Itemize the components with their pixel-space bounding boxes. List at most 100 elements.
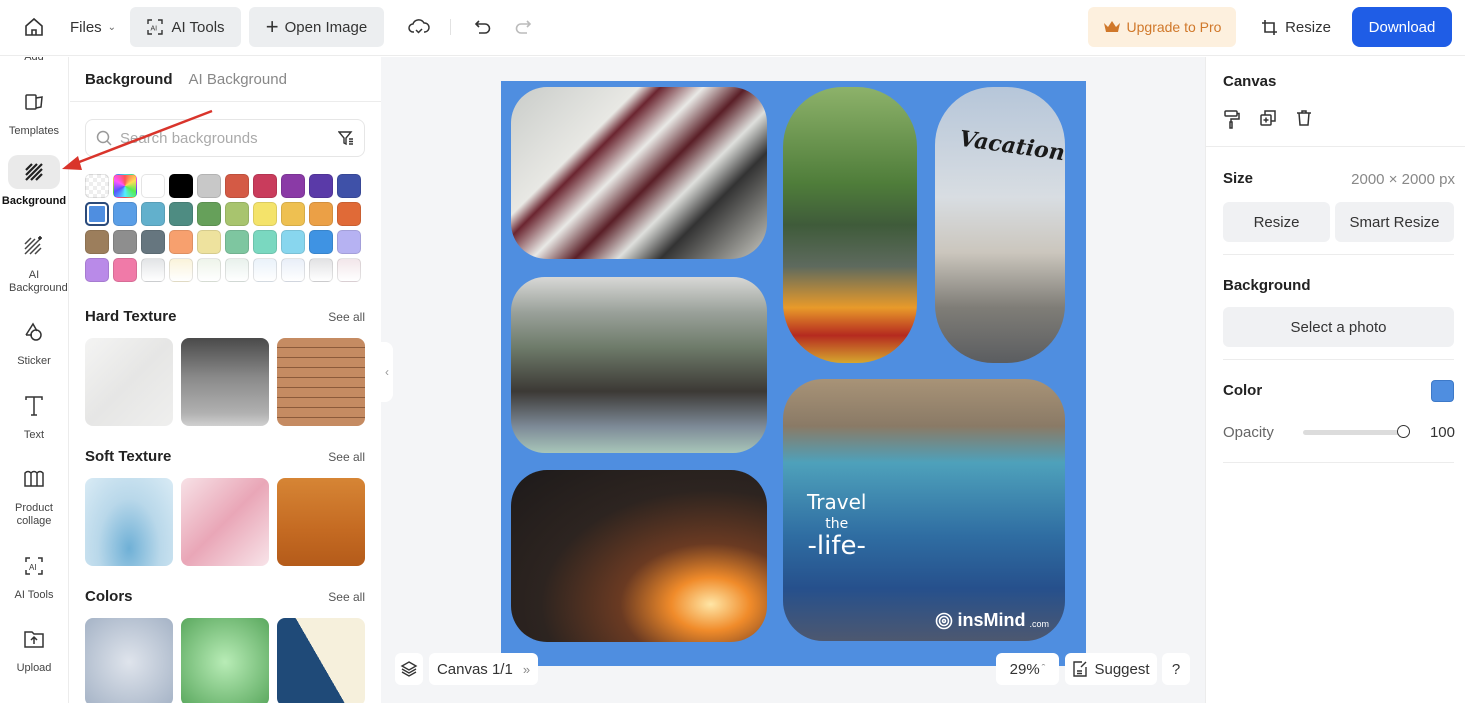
- ai-tools-button[interactable]: AI AI Tools: [130, 7, 241, 47]
- open-image-button[interactable]: + Open Image: [249, 7, 384, 47]
- color-swatch[interactable]: [197, 202, 221, 226]
- texture-white-marble[interactable]: [85, 338, 173, 426]
- color-swatch[interactable]: [85, 258, 109, 282]
- canvas-pages-button[interactable]: Canvas 1/1 »: [429, 653, 538, 685]
- see-all-link[interactable]: See all: [328, 450, 365, 464]
- color-swatch[interactable]: [169, 202, 193, 226]
- trash-icon[interactable]: [1295, 109, 1313, 127]
- color-swatch[interactable]: [113, 174, 137, 198]
- photo-campfire[interactable]: [511, 470, 767, 642]
- photo-sea-cliff[interactable]: Travel the -life- insMind .com: [783, 379, 1065, 641]
- color-green-vignette[interactable]: [181, 618, 269, 703]
- color-swatch[interactable]: [337, 202, 361, 226]
- color-swatch[interactable]: [281, 258, 305, 282]
- color-swatch[interactable]: [225, 230, 249, 254]
- texture-gray-concrete[interactable]: [181, 338, 269, 426]
- color-swatch[interactable]: [141, 202, 165, 226]
- resize-canvas-button[interactable]: Resize: [1223, 202, 1330, 242]
- suggest-button[interactable]: Suggest: [1065, 653, 1157, 685]
- color-swatch[interactable]: [281, 202, 305, 226]
- vacation-text[interactable]: Vacation: [958, 126, 1065, 167]
- color-swatch[interactable]: [113, 258, 137, 282]
- opacity-slider[interactable]: [1303, 425, 1410, 438]
- see-all-link[interactable]: See all: [328, 310, 365, 324]
- select-photo-button[interactable]: Select a photo: [1223, 307, 1454, 347]
- rail-item-ai-tools[interactable]: AI AI Tools: [0, 549, 68, 602]
- color-swatch[interactable]: [309, 230, 333, 254]
- color-swatch[interactable]: [309, 202, 333, 226]
- rail-item-sticker[interactable]: Sticker: [0, 315, 68, 368]
- color-swatch[interactable]: [337, 230, 361, 254]
- color-swatch[interactable]: [113, 202, 137, 226]
- resize-button[interactable]: Resize: [1256, 7, 1336, 47]
- upgrade-to-pro-button[interactable]: Upgrade to Pro: [1088, 7, 1236, 47]
- photo-vacation-beach[interactable]: Vacation: [935, 87, 1065, 363]
- color-swatch[interactable]: [281, 174, 305, 198]
- undo-button[interactable]: [470, 7, 496, 47]
- layers-button[interactable]: [395, 653, 423, 685]
- tab-background[interactable]: Background: [85, 71, 173, 88]
- cloud-save-button[interactable]: [404, 7, 434, 47]
- rail-item-templates[interactable]: Templates: [0, 85, 68, 138]
- background-color-picker[interactable]: [1431, 380, 1454, 402]
- search-backgrounds-input[interactable]: Search backgrounds: [85, 119, 365, 157]
- color-swatch[interactable]: [253, 230, 277, 254]
- color-blue-gray-vignette[interactable]: [85, 618, 173, 703]
- help-button[interactable]: ?: [1162, 653, 1190, 685]
- color-swatch[interactable]: [337, 174, 361, 198]
- color-swatch[interactable]: [197, 174, 221, 198]
- color-navy-cream-diagonal[interactable]: [277, 618, 365, 703]
- color-swatch[interactable]: [169, 230, 193, 254]
- color-swatch[interactable]: [141, 174, 165, 198]
- color-swatch[interactable]: [169, 174, 193, 198]
- files-menu[interactable]: Files ⌄: [66, 7, 120, 47]
- paint-roller-icon[interactable]: [1223, 109, 1241, 129]
- redo-button[interactable]: [510, 7, 536, 47]
- collapse-panel-button[interactable]: ‹: [381, 342, 393, 402]
- duplicate-icon[interactable]: [1259, 109, 1277, 127]
- color-swatch[interactable]: [197, 230, 221, 254]
- color-swatch[interactable]: [85, 230, 109, 254]
- rail-item-add-partial[interactable]: Add: [0, 57, 68, 63]
- see-all-link[interactable]: See all: [328, 590, 365, 604]
- smart-resize-button[interactable]: Smart Resize: [1335, 202, 1454, 242]
- rail-item-product-collage[interactable]: Product collage: [0, 462, 68, 528]
- texture-wood-planks[interactable]: [277, 338, 365, 426]
- color-swatch[interactable]: [85, 174, 109, 198]
- photo-passports[interactable]: [511, 87, 767, 259]
- color-swatch[interactable]: [337, 258, 361, 282]
- color-swatch[interactable]: [225, 258, 249, 282]
- texture-orange-gradient[interactable]: [277, 478, 365, 566]
- collage-canvas[interactable]: Vacation Travel the -life- insMind .com: [501, 81, 1086, 666]
- rail-item-background[interactable]: Background: [0, 155, 68, 208]
- travel-the-life-text[interactable]: Travel the -life-: [807, 491, 866, 559]
- rail-item-upload[interactable]: Upload: [0, 622, 68, 675]
- rail-item-ai-background[interactable]: AI Background: [0, 229, 68, 295]
- color-swatch[interactable]: [281, 230, 305, 254]
- color-swatch[interactable]: [253, 202, 277, 226]
- color-swatch[interactable]: [169, 258, 193, 282]
- color-swatch[interactable]: [141, 258, 165, 282]
- opacity-slider-handle[interactable]: [1397, 425, 1410, 438]
- filter-icon[interactable]: [338, 130, 354, 146]
- photo-car-trip[interactable]: [511, 277, 767, 453]
- color-swatch[interactable]: [225, 174, 249, 198]
- color-swatch[interactable]: [197, 258, 221, 282]
- ai-tools-icon: AI: [25, 557, 43, 575]
- color-swatch[interactable]: [309, 258, 333, 282]
- rail-item-text[interactable]: Text: [0, 389, 68, 442]
- zoom-level-button[interactable]: 29% ˆ: [996, 653, 1059, 685]
- color-swatch[interactable]: [253, 258, 277, 282]
- color-swatch[interactable]: [253, 174, 277, 198]
- tab-ai-background[interactable]: AI Background: [189, 71, 287, 88]
- home-button[interactable]: [18, 7, 50, 47]
- color-swatch[interactable]: [225, 202, 249, 226]
- photo-kayaking[interactable]: [783, 87, 917, 363]
- download-button[interactable]: Download: [1352, 7, 1452, 47]
- texture-water-splash[interactable]: [85, 478, 173, 566]
- color-swatch[interactable]: [141, 230, 165, 254]
- color-swatch[interactable]: [309, 174, 333, 198]
- texture-pink-silk[interactable]: [181, 478, 269, 566]
- color-swatch[interactable]: [113, 230, 137, 254]
- color-swatch[interactable]: [85, 202, 109, 226]
